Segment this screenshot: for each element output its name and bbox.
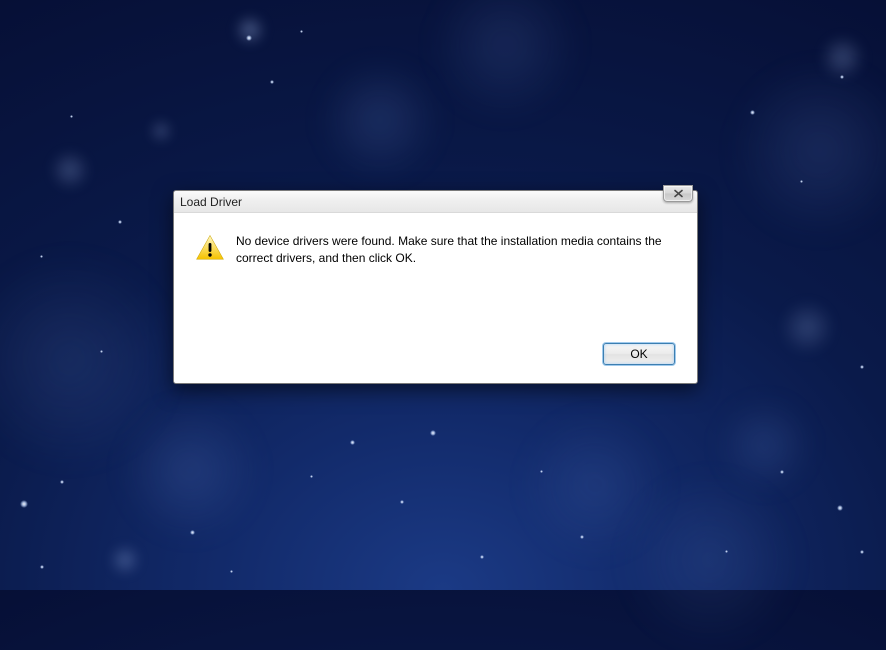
ok-button-label: OK (630, 347, 647, 361)
dialog-body: No device drivers were found. Make sure … (174, 213, 697, 343)
dialog-message: No device drivers were found. Make sure … (236, 233, 675, 331)
dialog-title: Load Driver (180, 195, 242, 209)
warning-icon (196, 233, 224, 331)
load-driver-dialog: Load Driver (173, 190, 698, 384)
ok-button[interactable]: OK (603, 343, 675, 365)
dialog-footer: OK (174, 343, 697, 383)
close-icon (673, 189, 684, 198)
dialog-titlebar[interactable]: Load Driver (174, 191, 697, 213)
close-button[interactable] (663, 185, 693, 202)
